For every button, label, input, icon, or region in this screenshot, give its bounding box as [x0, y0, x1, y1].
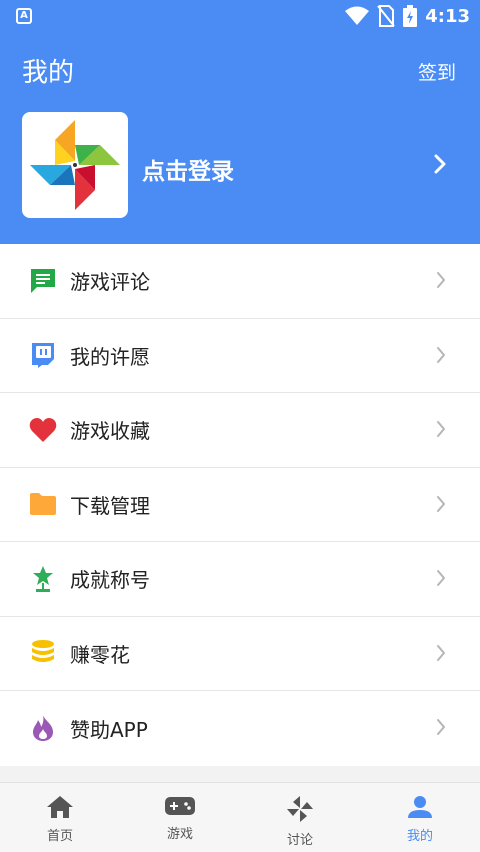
wifi-icon [345, 6, 370, 25]
menu-label: 我的许愿 [70, 344, 150, 369]
checkin-button[interactable]: 签到 [418, 58, 456, 85]
chevron-right-icon [437, 644, 445, 661]
status-time: 4:13 [425, 5, 470, 27]
menu-item-sponsor[interactable]: 赞助APP [0, 691, 480, 766]
flame-icon [28, 713, 58, 743]
menu-item-earn[interactable]: 赚零花 [0, 617, 480, 691]
folder-icon [28, 489, 58, 519]
bottom-tab-bar: 首页 游戏 讨论 我的 [0, 782, 480, 852]
page-title: 我的 [22, 58, 75, 88]
no-sim-icon [377, 5, 395, 27]
pinwheel-logo-icon [30, 120, 120, 210]
wish-bubble-icon [28, 340, 58, 370]
chevron-right-icon [437, 346, 445, 363]
profile-header: A 4:13 我的 签到 点击登录 [0, 0, 480, 244]
chevron-right-icon [437, 272, 445, 288]
chevron-right-icon [437, 495, 445, 512]
menu-item-favorites[interactable]: 游戏收藏 [0, 393, 480, 468]
status-right: 4:13 [345, 4, 470, 28]
avatar[interactable] [22, 112, 128, 218]
pinwheel-icon [287, 796, 313, 822]
tab-label: 游戏 [166, 827, 193, 842]
chevron-right-icon [437, 570, 445, 586]
app-notification-icon: A [16, 8, 32, 24]
menu-list: 游戏评论 我的许愿 游戏收藏 下载管理 成就称号 赚零花 赞助APP [0, 244, 480, 766]
menu-label: 赚零花 [70, 642, 130, 667]
menu-label: 游戏收藏 [70, 419, 150, 444]
login-link[interactable]: 点击登录 [142, 152, 234, 186]
menu-item-wishes[interactable]: 我的许愿 [0, 319, 480, 393]
menu-item-achievements[interactable]: 成就称号 [0, 542, 480, 617]
chevron-right-icon [437, 719, 445, 735]
status-bar: A 4:13 [0, 0, 480, 32]
menu-item-reviews[interactable]: 游戏评论 [0, 244, 480, 319]
chevron-right-icon[interactable] [434, 154, 446, 174]
person-icon [408, 796, 432, 818]
tab-label: 首页 [46, 829, 73, 844]
tab-mine[interactable]: 我的 [360, 783, 480, 852]
chevron-right-icon [437, 421, 445, 437]
battery-charging-icon [403, 5, 418, 27]
heart-icon [28, 415, 58, 445]
home-icon [47, 796, 73, 818]
tab-discuss[interactable]: 讨论 [240, 783, 360, 852]
menu-item-downloads[interactable]: 下载管理 [0, 468, 480, 542]
menu-label: 游戏评论 [70, 270, 150, 295]
menu-label: 赞助APP [70, 717, 148, 742]
tab-home[interactable]: 首页 [0, 783, 120, 852]
trophy-star-icon [28, 564, 58, 594]
tab-games[interactable]: 游戏 [120, 783, 240, 852]
comment-icon [28, 266, 58, 296]
tab-label: 讨论 [286, 833, 313, 848]
tab-label: 我的 [406, 829, 433, 844]
menu-label: 成就称号 [70, 568, 150, 593]
menu-label: 下载管理 [70, 493, 150, 518]
coins-icon [28, 638, 58, 668]
gamepad-icon [165, 797, 195, 815]
